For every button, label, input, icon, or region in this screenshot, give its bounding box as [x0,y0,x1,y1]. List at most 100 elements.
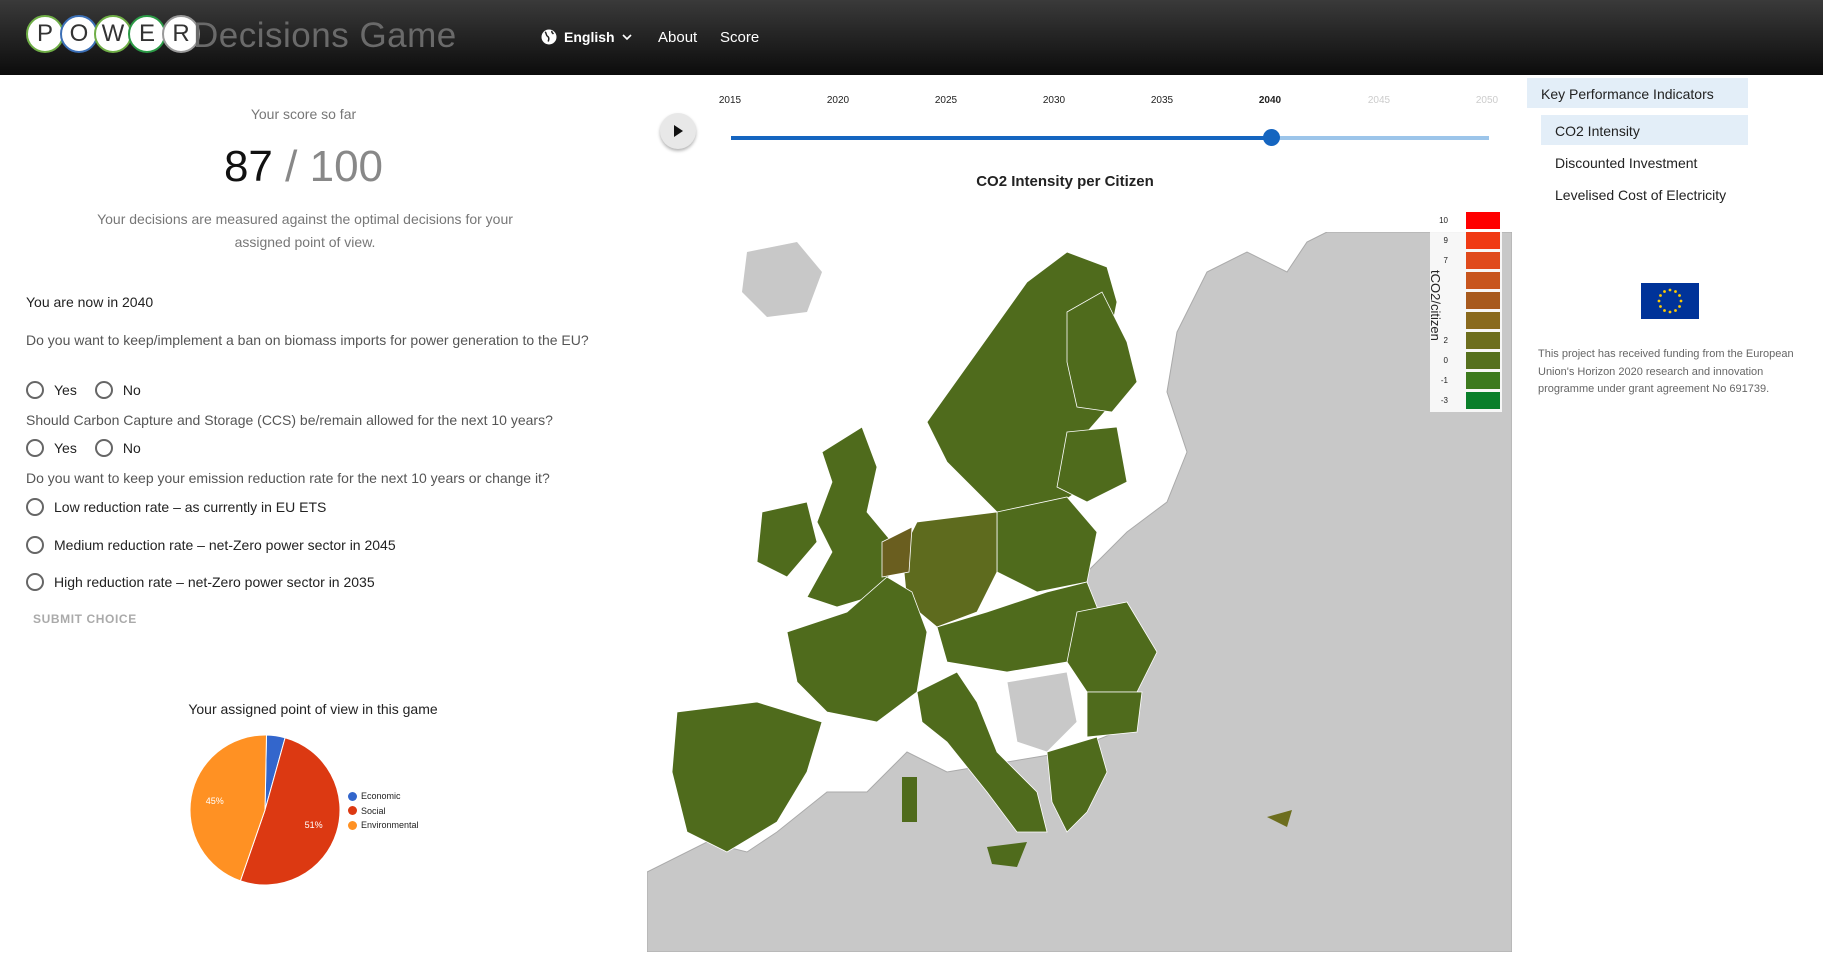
map-country-bulgaria[interactable] [1086,691,1143,738]
reduction-option-low[interactable]: Low reduction rate – as currently in EU … [26,498,326,516]
legend-label: Social [361,805,386,816]
radio-button[interactable] [26,573,44,591]
kpi-panel: Key Performance Indicators CO2 Intensity… [1527,75,1823,963]
year-timeline: 2015 2020 2025 2030 2035 2040 2045 2050 [650,75,1530,155]
kpi-discounted-investment[interactable]: Discounted Investment [1541,147,1748,177]
pie-slice-label: 45% [206,796,224,806]
year-tick[interactable]: 2035 [1151,95,1173,106]
legend-swatch [1466,252,1500,269]
year-tick[interactable]: 2030 [1043,95,1065,106]
radio-button[interactable] [26,381,44,399]
radio-button[interactable] [26,498,44,516]
legend-swatch [1466,272,1500,289]
eu-star [1678,305,1681,308]
radio-button[interactable] [94,439,113,457]
chevron-down-icon [621,34,632,41]
eu-star [1668,288,1672,292]
year-tick[interactable]: 2050 [1476,95,1498,106]
legend-swatch [1466,352,1500,369]
point-of-view-title: Your assigned point of view in this game [188,701,438,717]
map-country-uk[interactable] [806,426,893,608]
eu-star [1679,299,1683,303]
legend-swatch [1466,212,1500,229]
language-selector[interactable]: English [540,28,641,46]
score-display: 87 / 100 [0,142,607,192]
kpi-co2-intensity[interactable]: CO2 Intensity [1541,115,1748,145]
legend-label: Environmental [361,820,419,830]
option-label: High reduction rate – net-Zero power sec… [54,574,375,590]
legend-tick: 10 [1439,216,1448,225]
legend-tick: -3 [1440,396,1448,405]
option-label: Low reduction rate – as currently in EU … [54,499,327,515]
reduction-option-high[interactable]: High reduction rate – net-Zero power sec… [26,573,375,591]
map-country-baltics[interactable] [1056,426,1128,503]
radio-button[interactable] [26,536,44,554]
question-biomass: Do you want to keep/implement a ban on b… [26,332,589,348]
year-tick[interactable]: 2015 [719,95,741,106]
score-max: 100 [309,142,384,191]
timeline-slider-thumb[interactable] [1263,129,1280,146]
legend-unit-label: tCO2/citizen [1428,270,1443,341]
play-button[interactable] [660,113,696,149]
legend-dot [348,806,357,816]
score-label: Your score so far [250,106,357,122]
europe-map [647,232,1512,952]
eu-star [1674,309,1677,312]
logo-letter: O [60,15,98,53]
biomass-no-option[interactable]: No [94,381,141,399]
legend-item-environmental: Environmental [348,818,419,833]
eu-star [1678,294,1681,297]
map-country-benelux[interactable] [881,526,913,578]
legend-tick: 7 [1443,256,1448,265]
logo-letter: E [128,15,166,53]
nav-score[interactable]: Score [720,29,759,46]
kpi-heading: Key Performance Indicators [1527,78,1748,108]
language-label: English [564,29,615,45]
score-separator: / [285,142,298,191]
eu-star [1659,305,1662,308]
kpi-levelised-cost[interactable]: Levelised Cost of Electricity [1541,179,1748,209]
legend-dot [348,791,357,801]
map-country-ireland[interactable] [756,501,818,578]
nav-about[interactable]: About [658,29,697,46]
top-bar: P O W E R Decisions Game English About S… [0,0,1823,75]
year-tick[interactable]: 2020 [827,95,849,106]
option-label: Yes [54,440,77,456]
year-tick[interactable]: 2045 [1368,95,1390,106]
eu-star [1663,290,1666,293]
pie-slice-label: 51% [305,820,323,830]
funding-notice: This project has received funding from t… [1538,348,1794,395]
map-nonmember-balkans [1006,671,1078,753]
score-description: Your decisions are measured against the … [97,211,513,250]
ccs-no-option[interactable]: No [94,439,141,457]
biomass-yes-option[interactable]: Yes [26,381,77,399]
year-tick[interactable]: 2025 [935,95,957,106]
legend-tick: 0 [1443,356,1448,365]
legend-item-social: Social [348,804,419,819]
logo-letter: W [94,15,132,53]
decision-panel: Your score so far 87 / 100 Your decision… [0,75,620,963]
ccs-yes-option[interactable]: Yes [26,439,77,457]
radio-button[interactable] [94,381,113,399]
legend-dot [348,820,357,830]
year-tick-current[interactable]: 2040 [1259,95,1281,106]
globe-icon [541,29,557,45]
eu-flag-icon [1641,283,1699,319]
eu-star [1674,290,1677,293]
legend-item-economic: Economic [348,789,419,804]
map-country-sardinia[interactable] [902,777,917,822]
eu-star [1659,294,1662,297]
legend-swatch [1466,392,1500,409]
legend-swatch [1466,372,1500,389]
legend-label: Economic [361,791,401,801]
map-country-poland[interactable] [996,496,1098,593]
reduction-option-medium[interactable]: Medium reduction rate – net-Zero power s… [26,536,396,554]
logo-letter: P [26,15,64,53]
power-logo[interactable]: P O W E R [26,15,200,53]
option-label: Medium reduction rate – net-Zero power s… [54,537,396,553]
submit-choice-button[interactable]: SUBMIT CHOICE [33,612,137,626]
option-label: No [122,382,141,398]
question-ccs: Should Carbon Capture and Storage (CCS) … [26,412,553,428]
map-country-finland[interactable] [1066,291,1138,413]
radio-button[interactable] [26,439,44,457]
